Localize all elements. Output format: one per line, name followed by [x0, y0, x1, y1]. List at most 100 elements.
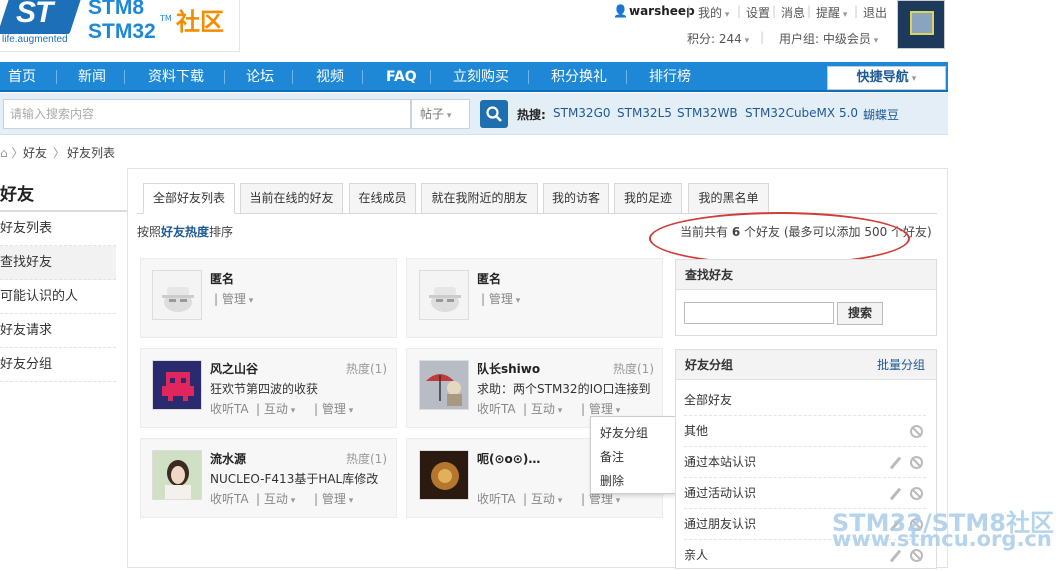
- edit-icon[interactable]: [889, 549, 902, 563]
- menu-item-friend-group[interactable]: 好友分组: [600, 424, 648, 441]
- friend-avatar[interactable]: [152, 450, 202, 500]
- my-menu[interactable]: 我的: [698, 4, 729, 21]
- search-icon: [486, 106, 502, 122]
- nav-divider: [362, 70, 363, 84]
- nav-forum[interactable]: 论坛: [246, 62, 274, 92]
- friend-name[interactable]: 流水源: [210, 450, 246, 467]
- anonymous-icon: [162, 287, 194, 312]
- hot-search-link[interactable]: STM32G0: [553, 106, 611, 120]
- friend-status[interactable]: 狂欢节第四波的收获: [210, 380, 318, 397]
- brand-community: 社区: [176, 8, 224, 36]
- username-link[interactable]: warsheep: [629, 4, 695, 18]
- sidebar-item-find-friend[interactable]: 查找好友: [0, 246, 116, 280]
- nav-downloads[interactable]: 资料下载: [148, 62, 204, 92]
- home-icon[interactable]: ⌂ 〉: [0, 144, 23, 161]
- brand-stm8: STM8: [88, 0, 145, 19]
- friend-status[interactable]: NUCLEO-F413基于HAL库修改: [210, 470, 378, 487]
- group-name: 通过活动认识: [684, 486, 757, 500]
- friend-name[interactable]: 匿名: [477, 270, 501, 287]
- logout-link[interactable]: 退出: [863, 4, 887, 21]
- photo-avatar: [420, 361, 468, 409]
- nav-points-gift[interactable]: 积分换礼: [551, 62, 607, 92]
- edit-icon[interactable]: [889, 456, 902, 470]
- friend-avatar[interactable]: [419, 450, 469, 500]
- search-scope-select[interactable]: 帖子: [411, 99, 470, 129]
- usergroup-menu[interactable]: 用户组: 中级会员: [779, 30, 878, 47]
- anonymous-avatar[interactable]: [419, 270, 469, 320]
- group-row[interactable]: 通过本站认识: [684, 447, 926, 478]
- search-button[interactable]: [480, 100, 508, 128]
- friend-name[interactable]: 风之山谷: [210, 360, 258, 377]
- interact-menu[interactable]: | 互动: [523, 400, 562, 417]
- user-avatar[interactable]: [897, 0, 945, 49]
- manage-label: 管理: [321, 492, 346, 506]
- search-input[interactable]: 请输入搜索内容: [3, 99, 411, 129]
- tab-visitors[interactable]: 我的访客: [543, 183, 609, 214]
- friend-name[interactable]: 匿名: [210, 270, 234, 287]
- friend-avatar[interactable]: [152, 360, 202, 410]
- tab-nearby[interactable]: 就在我附近的朋友: [421, 183, 538, 214]
- tab-online-members[interactable]: 在线成员: [349, 183, 416, 214]
- hot-search-link[interactable]: STM32L5: [617, 106, 672, 120]
- ban-icon[interactable]: [910, 456, 923, 469]
- listen-link[interactable]: 收听TA: [477, 490, 516, 507]
- interact-menu[interactable]: | 互动: [523, 490, 562, 507]
- sidebar-item-friend-groups[interactable]: 好友分组: [0, 348, 116, 382]
- settings-link[interactable]: 设置: [746, 4, 770, 21]
- nav-video[interactable]: 视频: [316, 62, 344, 92]
- ban-icon[interactable]: [910, 425, 923, 438]
- manage-dropdown-menu: 好友分组 备注 删除: [590, 416, 680, 494]
- remind-menu[interactable]: 提醒: [816, 4, 847, 21]
- friend-manage-menu[interactable]: | 管理: [314, 400, 353, 417]
- listen-link[interactable]: 收听TA: [477, 400, 516, 417]
- sidebar-item-friend-list[interactable]: 好友列表: [0, 212, 116, 246]
- nav-news[interactable]: 新闻: [78, 62, 106, 92]
- hot-search-link[interactable]: STM32CubeMX 5.0: [745, 106, 858, 120]
- nav-home[interactable]: 首页: [8, 62, 36, 92]
- edit-icon[interactable]: [889, 487, 902, 501]
- hot-search-link[interactable]: STM32WB: [677, 106, 738, 120]
- nav-faq[interactable]: FAQ: [386, 62, 417, 92]
- interact-menu[interactable]: | 互动: [256, 490, 295, 507]
- friend-manage-menu[interactable]: | 管理: [314, 490, 353, 507]
- listen-link[interactable]: 收听TA: [210, 400, 249, 417]
- friend-manage-menu[interactable]: | 管理: [581, 400, 620, 417]
- quick-nav-button[interactable]: 快捷导航: [827, 66, 946, 90]
- group-name: 通过朋友认识: [684, 517, 757, 531]
- site-logo[interactable]: ST life.augmented STM8 STM32 TM 社区: [0, 0, 240, 52]
- nav-ranking[interactable]: 排行榜: [649, 62, 691, 92]
- messages-link[interactable]: 消息: [781, 4, 805, 21]
- ban-icon[interactable]: [910, 487, 923, 500]
- tab-online-friends[interactable]: 当前在线的好友: [240, 183, 343, 214]
- group-row[interactable]: 其他: [684, 416, 926, 447]
- sidebar-item-maybe-know[interactable]: 可能认识的人: [0, 280, 116, 314]
- menu-item-delete[interactable]: 删除: [600, 472, 624, 489]
- friend-avatar[interactable]: [419, 360, 469, 410]
- hot-search-link[interactable]: 蝴蝶豆: [863, 106, 899, 123]
- tab-blacklist[interactable]: 我的黑名单: [688, 183, 769, 214]
- friend-manage-menu[interactable]: | 管理: [214, 290, 253, 307]
- friend-name[interactable]: 呃(⊙o⊙)…: [477, 450, 540, 467]
- sidebar-item-friend-requests[interactable]: 好友请求: [0, 314, 116, 348]
- menu-item-remark[interactable]: 备注: [600, 448, 624, 465]
- brand-tm: TM: [160, 14, 172, 23]
- sort-suffix: 排序: [209, 225, 234, 239]
- annotation-red-circle: [649, 212, 910, 265]
- friend-name[interactable]: 队长shiwo: [477, 360, 540, 377]
- manage-label: 管理: [588, 402, 613, 416]
- batch-group-link[interactable]: 批量分组: [877, 356, 925, 373]
- tab-footprints[interactable]: 我的足迹: [614, 183, 682, 214]
- points-menu[interactable]: 积分: 244: [687, 30, 749, 47]
- interact-menu[interactable]: | 互动: [256, 400, 295, 417]
- friend-manage-menu[interactable]: | 管理: [481, 290, 520, 307]
- nav-buy[interactable]: 立刻购买: [453, 62, 509, 92]
- find-friend-search-button[interactable]: 搜索: [837, 302, 883, 325]
- breadcrumb-friends[interactable]: 好友: [23, 144, 47, 161]
- friend-status[interactable]: 求助：两个STM32的IO口连接到: [477, 380, 651, 397]
- find-friend-input[interactable]: [684, 302, 834, 324]
- group-row[interactable]: 全部好友: [684, 385, 926, 416]
- listen-link[interactable]: 收听TA: [210, 490, 249, 507]
- tab-all-friends[interactable]: 全部好友列表: [143, 183, 235, 214]
- sort-key-link[interactable]: 好友热度: [161, 225, 209, 239]
- anonymous-avatar[interactable]: [152, 270, 202, 320]
